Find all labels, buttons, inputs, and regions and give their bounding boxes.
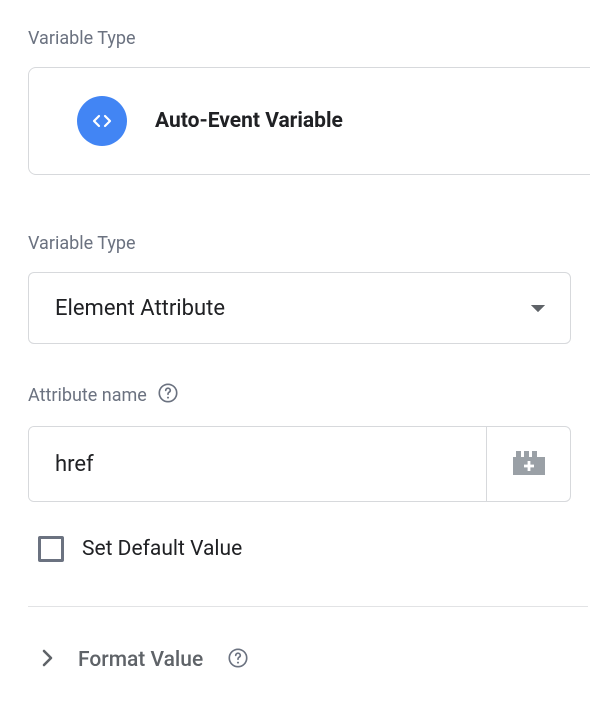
attribute-name-input[interactable]: [29, 427, 486, 501]
variable-type-card[interactable]: Auto-Event Variable: [28, 67, 590, 175]
divider: [28, 606, 588, 607]
variable-type-select-value: Element Attribute: [55, 296, 225, 321]
format-value-row[interactable]: Format Value: [28, 647, 590, 673]
chevron-right-icon: [42, 649, 54, 671]
help-icon[interactable]: [227, 647, 249, 673]
caret-down-icon: [530, 299, 546, 318]
format-value-label: Format Value: [78, 648, 203, 672]
set-default-value-label: Set Default Value: [82, 537, 242, 561]
variable-type-select-label: Variable Type: [28, 233, 590, 254]
variable-type-title: Auto-Event Variable: [155, 109, 343, 133]
insert-variable-button[interactable]: [486, 427, 570, 501]
attribute-name-label: Attribute name: [28, 385, 147, 406]
set-default-value-row[interactable]: Set Default Value: [28, 536, 590, 562]
variable-type-select[interactable]: Element Attribute: [28, 272, 571, 344]
code-icon: [77, 96, 127, 146]
help-icon[interactable]: [157, 382, 179, 408]
set-default-value-checkbox[interactable]: [38, 536, 64, 562]
brick-plus-icon: [513, 449, 545, 479]
variable-type-label: Variable Type: [28, 28, 590, 49]
